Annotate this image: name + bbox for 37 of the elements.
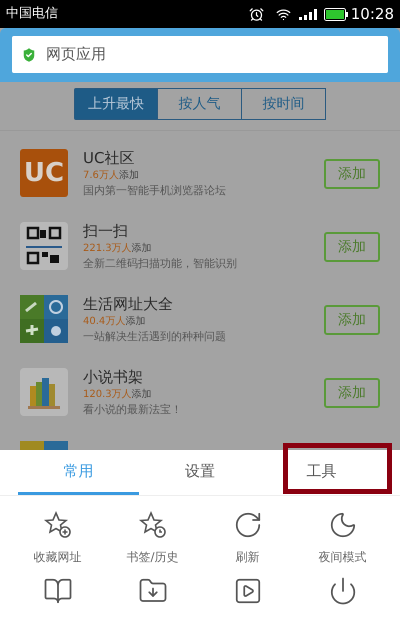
- app-name: 小说书架: [83, 368, 144, 387]
- clock-time: 10:28: [350, 4, 394, 25]
- menu-tab[interactable]: 常用: [18, 450, 140, 495]
- app-icon: [20, 441, 68, 451]
- install-count: 40.4万人添加: [83, 316, 146, 328]
- install-count: 221.3万人添加: [83, 242, 153, 256]
- menu-item[interactable]: 夜间模式: [295, 510, 390, 566]
- grid-app-icon: [20, 295, 68, 343]
- sort-tab[interactable]: 按人气: [158, 88, 242, 120]
- wifi-icon: [276, 6, 291, 22]
- battery-icon: [324, 8, 348, 20]
- search-field[interactable]: 网页应用: [12, 36, 388, 73]
- install-count: 7.6万人添加: [83, 170, 140, 182]
- search-value: 网页应用: [46, 44, 106, 66]
- app-description: 看小说的最新法宝！: [83, 403, 183, 417]
- menu-tab[interactable]: 设置: [139, 450, 261, 495]
- star-clock-icon: [138, 510, 168, 540]
- app-description: 一站解决生活遇到的种种问题: [83, 330, 227, 344]
- install-count: 120.3万人添加: [83, 388, 153, 402]
- sort-tab[interactable]: 上升最快: [74, 88, 158, 120]
- menu-item[interactable]: 书签/历史: [105, 510, 200, 566]
- sort-tab[interactable]: 按时间: [242, 88, 326, 120]
- alarm-icon: [248, 6, 264, 22]
- app-description: 全新二维码扫描功能，智能识别: [83, 257, 238, 271]
- menu-item[interactable]: 刷新: [200, 510, 295, 566]
- menu-item[interactable]: 收藏网址: [10, 510, 105, 566]
- carrier-name: 中国电信: [6, 5, 59, 24]
- app-name: 生活网址大全: [83, 295, 174, 314]
- app-name: UC社区: [83, 149, 136, 168]
- menu-tab[interactable]: 工具: [260, 450, 382, 495]
- bookshelf-icon: [20, 368, 68, 416]
- star-plus-icon: [42, 510, 72, 540]
- app-name: 扫一扫: [83, 222, 129, 241]
- qr-code-icon: [20, 222, 68, 270]
- book-icon[interactable]: [42, 576, 72, 606]
- app-icon: UC: [20, 149, 68, 197]
- app-description: 国内第一智能手机浏览器论坛: [83, 184, 227, 198]
